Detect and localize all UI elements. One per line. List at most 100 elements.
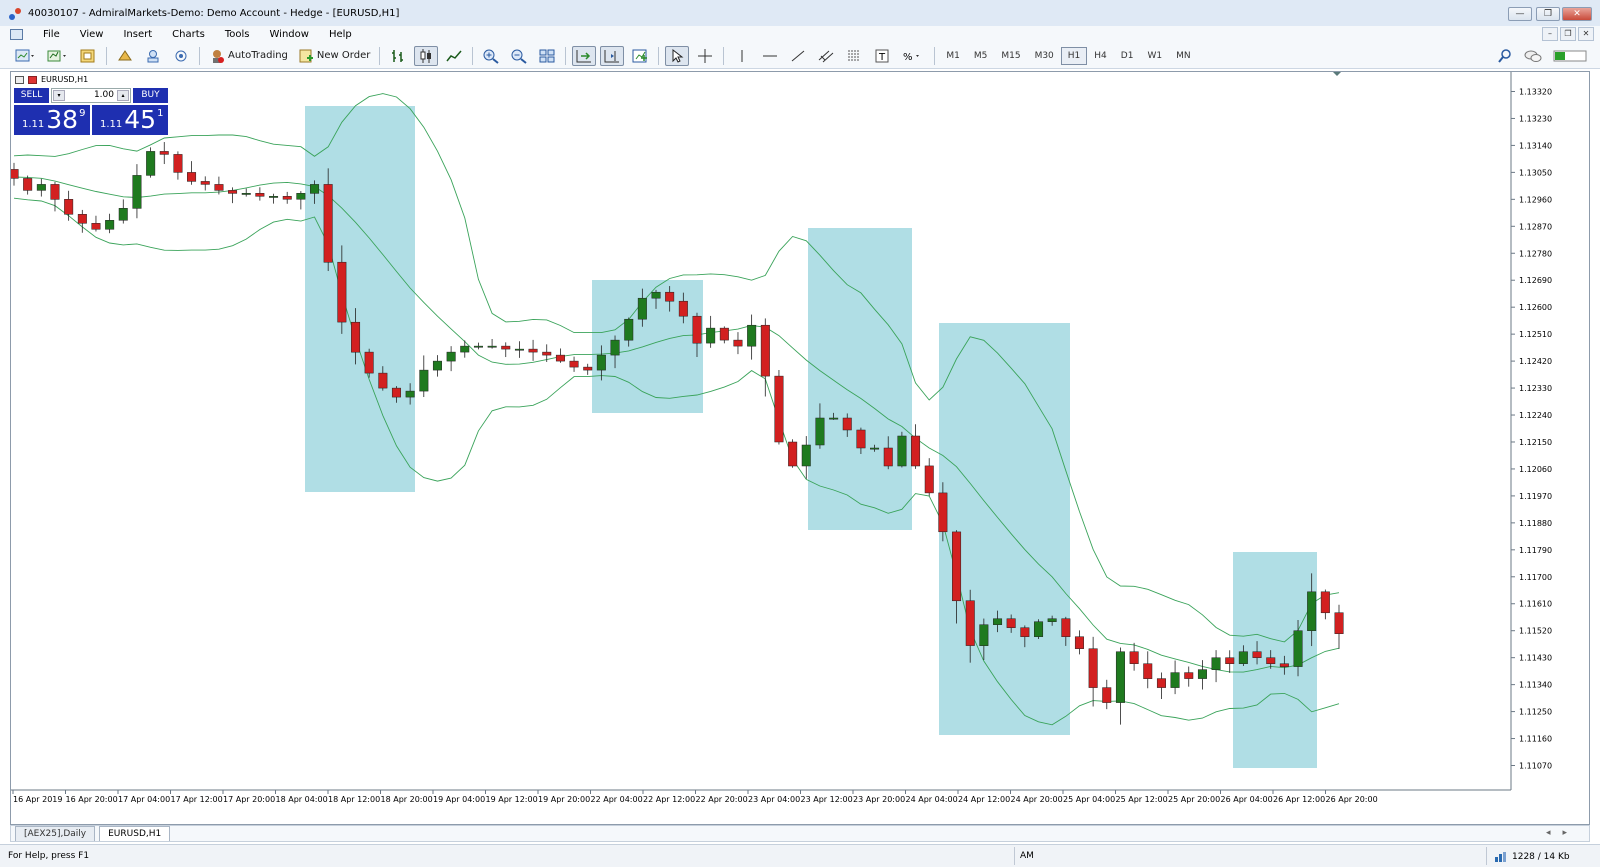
buy-price[interactable]: 1.11 45 1 [92, 105, 168, 135]
new-order-button[interactable]: New Order [295, 46, 373, 66]
menu-window[interactable]: Window [260, 29, 319, 40]
candle-bearish [1320, 591, 1330, 614]
candle-bearish [760, 324, 770, 377]
connection-bars-icon [1495, 852, 1506, 862]
candle-bearish [965, 600, 975, 646]
chart-symbol-label: EURUSD,H1 [15, 75, 88, 84]
candle-bearish [665, 291, 675, 302]
volume-decrease-icon[interactable]: ▾ [53, 90, 65, 101]
new-chart-icon[interactable] [12, 46, 40, 66]
equidistant-channel-icon[interactable] [814, 46, 838, 66]
chart-list-icon[interactable] [15, 75, 24, 84]
timeframe-h1-button[interactable]: H1 [1060, 46, 1088, 65]
svg-text:%: % [903, 52, 913, 63]
menu-charts[interactable]: Charts [162, 29, 215, 40]
candle-bullish [446, 351, 456, 362]
connection-traffic[interactable]: 1228 / 14 Kb [1494, 851, 1570, 863]
chart-shift-icon[interactable] [600, 45, 625, 66]
profiles-icon[interactable] [44, 46, 72, 66]
cursor-icon[interactable] [665, 45, 690, 66]
mdi-close-button[interactable]: ✕ [1578, 27, 1594, 41]
crosshair-icon[interactable] [693, 46, 717, 66]
auto-scroll-icon[interactable] [572, 45, 597, 66]
time-axis-label: 23 Apr 04:00 [748, 795, 800, 804]
time-axis-label: 18 Apr 20:00 [381, 795, 433, 804]
time-axis-label: 26 Apr 12:00 [1273, 795, 1325, 804]
minimize-button[interactable]: — [1508, 7, 1532, 21]
tile-windows-icon[interactable] [535, 46, 559, 66]
new-order-icon [299, 49, 313, 62]
menu-help[interactable]: Help [319, 29, 362, 40]
candle-bearish [173, 154, 183, 173]
sell-price[interactable]: 1.11 38 9 [14, 105, 90, 135]
horizontal-line-icon[interactable] [758, 46, 782, 66]
candle-bullish [1238, 651, 1248, 664]
volume-field[interactable]: ▾ 1.00 ▴ [51, 88, 131, 103]
candle-bullish [460, 345, 470, 353]
chat-icon[interactable] [1520, 46, 1546, 66]
search-icon[interactable] [1494, 46, 1516, 66]
shift-marker-icon[interactable] [1333, 72, 1341, 76]
timeframe-d1-button[interactable]: D1 [1114, 47, 1141, 65]
volume-value[interactable]: 1.00 [94, 90, 114, 100]
candle-bullish [487, 345, 497, 348]
time-axis-label: 19 Apr 20:00 [538, 795, 590, 804]
timeframe-m15-button[interactable]: M15 [994, 47, 1027, 65]
highlight-zone[interactable] [939, 323, 1070, 735]
trendline-icon[interactable] [786, 46, 810, 66]
menu-view[interactable]: View [70, 29, 114, 40]
price-chart[interactable]: 1.13320 1.13230 1.13140 1.13050 1.12960 1.128… [11, 72, 1591, 826]
tab-aex25-daily[interactable]: [AEX25],Daily [15, 826, 96, 841]
text-tool-icon[interactable]: T [870, 46, 894, 66]
bar-chart-icon[interactable] [386, 46, 410, 66]
candle-bearish [924, 465, 934, 494]
fibonacci-icon[interactable] [842, 46, 866, 66]
market-watch-icon[interactable] [113, 46, 137, 66]
candlestick-chart-icon[interactable] [414, 45, 439, 66]
timeframe-m1-button[interactable]: M1 [939, 47, 967, 65]
tab-eurusd-h1[interactable]: EURUSD,H1 [99, 826, 171, 841]
timeframe-w1-button[interactable]: W1 [1140, 47, 1169, 65]
time-axis-label: 24 Apr 12:00 [958, 795, 1010, 804]
timeframe-h4-button[interactable]: H4 [1087, 47, 1114, 65]
templates-icon[interactable] [76, 46, 100, 66]
indicators-icon[interactable] [628, 46, 652, 66]
highlight-zone[interactable] [808, 228, 912, 530]
status-bar: For Help, press F1 AM 1228 / 14 Kb [0, 844, 1600, 867]
mdi-minimize-button[interactable]: – [1542, 27, 1558, 41]
menu-bar: File View Insert Charts Tools Window Hel… [0, 26, 1600, 43]
signals-icon[interactable] [169, 46, 193, 66]
time-axis-label: 19 Apr 04:00 [433, 795, 485, 804]
timeframe-m30-button[interactable]: M30 [1028, 47, 1061, 65]
sell-button[interactable]: SELL [14, 88, 49, 103]
time-axis-label: 17 Apr 20:00 [223, 795, 275, 804]
navigator-icon[interactable] [141, 46, 165, 66]
close-button[interactable]: ✕ [1562, 7, 1592, 21]
timeframe-mn-button[interactable]: MN [1169, 47, 1198, 65]
price-axis-label: 1.12240 [1519, 411, 1552, 420]
menu-tools[interactable]: Tools [215, 29, 260, 40]
autotrading-button[interactable]: AutoTrading [206, 46, 291, 66]
candle-bearish [91, 223, 101, 230]
buy-button[interactable]: BUY [133, 88, 168, 103]
line-chart-icon[interactable] [442, 46, 466, 66]
highlight-zone[interactable] [305, 106, 415, 492]
connection-status-icon [1550, 46, 1590, 66]
chart-window[interactable]: 1.13320 1.13230 1.13140 1.13050 1.12960 1.128… [10, 71, 1590, 825]
menu-file[interactable]: File [33, 29, 70, 40]
maximize-button[interactable]: ❐ [1536, 7, 1560, 21]
candle-bullish [1034, 621, 1044, 637]
volume-increase-icon[interactable]: ▴ [117, 90, 129, 101]
vertical-line-icon[interactable] [730, 46, 754, 66]
zoom-out-icon[interactable] [507, 46, 531, 66]
timeframe-m5-button[interactable]: M5 [967, 47, 995, 65]
zoom-in-icon[interactable] [479, 46, 503, 66]
price-axis-label: 1.11700 [1519, 573, 1552, 582]
menu-insert[interactable]: Insert [113, 29, 162, 40]
mdi-restore-button[interactable]: ❐ [1560, 27, 1576, 41]
highlight-zone[interactable] [592, 280, 703, 413]
tabs-scroll-arrows[interactable]: ◂▸ [1546, 828, 1579, 838]
arrows-tool-icon[interactable]: % [898, 46, 928, 66]
candle-bearish [1074, 636, 1084, 649]
candle-bearish [1088, 648, 1098, 688]
